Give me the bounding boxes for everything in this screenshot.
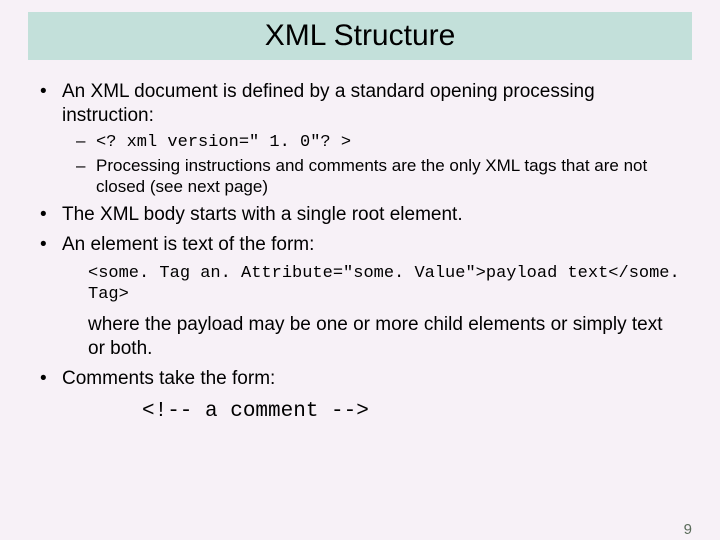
bullet-text: Comments take the form: [62,368,275,389]
bullet-list: An XML document is defined by a standard… [36,80,684,425]
code-block: <some. Tag an. Attribute="some. Value">p… [88,263,684,306]
bullet-item: An XML document is defined by a standard… [36,80,684,197]
bullet-text: An XML document is defined by a standard… [62,81,595,126]
code-block: <!-- a comment --> [142,399,684,425]
bullet-text: The XML body starts with a single root e… [62,204,463,225]
slide-content: An XML document is defined by a standard… [0,60,720,425]
sub-bullet-item: Processing instructions and comments are… [62,155,684,198]
bullet-item: An element is text of the form: <some. T… [36,233,684,361]
title-bar: XML Structure [28,12,692,60]
sub-bullet-list: <? xml version=" 1. 0"? > Processing ins… [62,130,684,198]
bullet-item: The XML body starts with a single root e… [36,203,684,227]
bullet-item: Comments take the form: <!-- a comment -… [36,367,684,425]
page-number: 9 [684,521,692,538]
sub-bullet-text: Processing instructions and comments are… [96,156,647,196]
bullet-continuation: where the payload may be one or more chi… [88,313,684,361]
sub-bullet-item: <? xml version=" 1. 0"? > [62,130,684,153]
code-inline: <? xml version=" 1. 0"? > [96,133,351,152]
bullet-text: An element is text of the form: [62,234,314,255]
slide-title: XML Structure [265,19,456,53]
